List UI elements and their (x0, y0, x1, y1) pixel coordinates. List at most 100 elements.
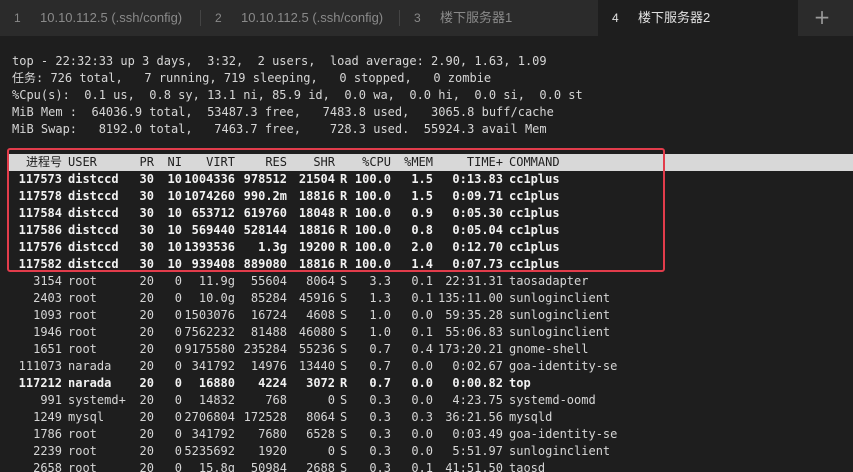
cell-res: 1920 (258, 444, 287, 458)
cell-cpu-percent: 0.3 (369, 461, 391, 472)
cell-nice: 0 (174, 359, 182, 373)
mem-line: MiB Mem : 64036.9 total, 53487.3 free, 7… (12, 105, 554, 119)
process-row: 2403 root 20 0 10.0g 85284 45916 S 1.3 0.1 135:11.… (0, 290, 853, 307)
cell-res: 7680 (258, 427, 287, 441)
cell-nice: 0 (174, 325, 182, 339)
cell-cpu-percent: 0.3 (369, 427, 391, 441)
cell-pid: 991 (40, 393, 62, 407)
tasks-line: 任务: 726 total, 7 running, 719 sleeping, … (12, 71, 492, 85)
cell-res: 81488 (250, 325, 287, 339)
cell-cpu-percent: 1.0 (369, 325, 391, 339)
cell-command: mysqld (509, 410, 553, 424)
cell-mem-percent: 0.3 (411, 410, 433, 424)
cell-state: S (340, 410, 348, 424)
cell-priority: 20 (139, 325, 154, 339)
cell-priority: 20 (139, 308, 154, 322)
cell-nice: 0 (174, 444, 182, 458)
tab-number: 2 (215, 11, 222, 25)
process-row: 3154 root 20 0 11.9g 55604 8064 S 3.3 0.1 22:31.31… (0, 273, 853, 290)
process-row: 1093 root 20 0 1503076 16724 4608 S 1.0 0.0 59:35.… (0, 307, 853, 324)
cell-command: taosd (509, 461, 546, 472)
tab-2[interactable]: 2 10.10.112.5 (.ssh/config) (201, 0, 399, 36)
tab-label: 楼下服务器1 (440, 10, 513, 25)
cell-state: S (340, 342, 348, 356)
cell-virt: 11.9g (198, 274, 235, 288)
cell-state: S (340, 444, 348, 458)
cell-shr: 45916 (298, 291, 335, 305)
cell-nice: 0 (174, 461, 182, 472)
cell-time: 5:51.97 (452, 444, 503, 458)
cell-shr: 0 (327, 444, 335, 458)
cell-state: S (340, 359, 348, 373)
cell-mem-percent: 0.0 (411, 427, 433, 441)
cell-pid: 111073 (18, 359, 62, 373)
cell-nice: 0 (174, 393, 182, 407)
process-row: 1786 root 20 0 341792 7680 6528 S 0.3 0.0 0:03.49 g… (0, 426, 853, 443)
cell-shr: 8064 (306, 274, 335, 288)
cell-virt: 14832 (198, 393, 235, 407)
cell-res: 14976 (250, 359, 287, 373)
cell-pid: 2239 (33, 444, 62, 458)
cell-mem-percent: 0.4 (411, 342, 433, 356)
cell-user: systemd+ (68, 393, 126, 407)
new-tab-button[interactable]: + (808, 0, 836, 36)
cell-virt: 10.0g (198, 291, 235, 305)
cell-priority: 20 (139, 274, 154, 288)
cell-shr: 4608 (306, 308, 335, 322)
cell-command: sunloginclient (509, 444, 611, 458)
top-uptime-line: top - 22:32:33 up 3 days, 3:32, 2 users,… (12, 54, 547, 68)
cell-time: 59:35.28 (445, 308, 503, 322)
cell-shr: 55236 (298, 342, 335, 356)
cell-mem-percent: 0.0 (411, 393, 433, 407)
cell-nice: 0 (174, 274, 182, 288)
cell-res: 235284 (243, 342, 287, 356)
cell-command: sunloginclient (509, 308, 611, 322)
cell-command: sunloginclient (509, 291, 611, 305)
cell-res: 4224 (258, 376, 287, 390)
cell-mem-percent: 0.1 (411, 274, 433, 288)
cell-command: gnome-shell (509, 342, 589, 356)
cell-time: 41:51.50 (445, 461, 503, 472)
cell-pid: 1093 (33, 308, 62, 322)
cell-time: 0:00.82 (452, 376, 503, 390)
cell-shr: 8064 (306, 410, 335, 424)
cell-user: root (68, 308, 97, 322)
cell-shr: 13440 (298, 359, 335, 373)
cell-command: goa-identity-se (509, 359, 618, 373)
cell-nice: 0 (174, 342, 182, 356)
cell-shr: 6528 (306, 427, 335, 441)
cell-time: 4:23.75 (452, 393, 503, 407)
process-row: 111073 narada 20 0 341792 14976 13440 S 0.7 0.0 0:… (0, 358, 853, 375)
cell-time: 0:03.49 (452, 427, 503, 441)
cell-command: goa-identity-se (509, 427, 618, 441)
cell-priority: 20 (139, 376, 154, 390)
cell-time: 55:06.83 (445, 325, 503, 339)
cell-command: top (509, 376, 531, 390)
swap-line: MiB Swap: 8192.0 total, 7463.7 free, 728… (12, 122, 547, 136)
cell-time: 135:11.00 (437, 291, 503, 305)
process-row: 2239 root 20 0 5235692 1920 0 S 0.3 0.0 5:51.97 sun… (0, 443, 853, 460)
cell-res: 172528 (243, 410, 287, 424)
cell-cpu-percent: 0.3 (369, 410, 391, 424)
cell-pid: 3154 (33, 274, 62, 288)
cell-res: 16724 (250, 308, 287, 322)
cell-mem-percent: 0.0 (411, 308, 433, 322)
tab-3[interactable]: 3 楼下服务器1 (400, 0, 597, 36)
tab-4[interactable]: 4 楼下服务器2 (598, 0, 798, 36)
cell-pid: 1786 (33, 427, 62, 441)
cell-pid: 117212 (18, 376, 62, 390)
highlight-box (7, 148, 665, 272)
terminal-output[interactable]: top - 22:32:33 up 3 days, 3:32, 2 users,… (0, 36, 853, 472)
cell-priority: 20 (139, 461, 154, 472)
cell-state: S (340, 393, 348, 407)
cell-shr: 2688 (306, 461, 335, 472)
cell-user: root (68, 291, 97, 305)
cell-res: 55604 (250, 274, 287, 288)
cell-state: S (340, 461, 348, 472)
tab-1[interactable]: 1 10.10.112.5 (.ssh/config) (0, 0, 200, 36)
tab-label: 10.10.112.5 (.ssh/config) (40, 10, 183, 25)
process-row: 1651 root 20 0 9175580 235284 55236 S 0.7 0.4 173:… (0, 341, 853, 358)
cell-nice: 0 (174, 410, 182, 424)
tab-number: 4 (612, 11, 619, 25)
process-row: 991 systemd+ 20 0 14832 768 0 S 0.3 0.0 4:23.75 sys… (0, 392, 853, 409)
